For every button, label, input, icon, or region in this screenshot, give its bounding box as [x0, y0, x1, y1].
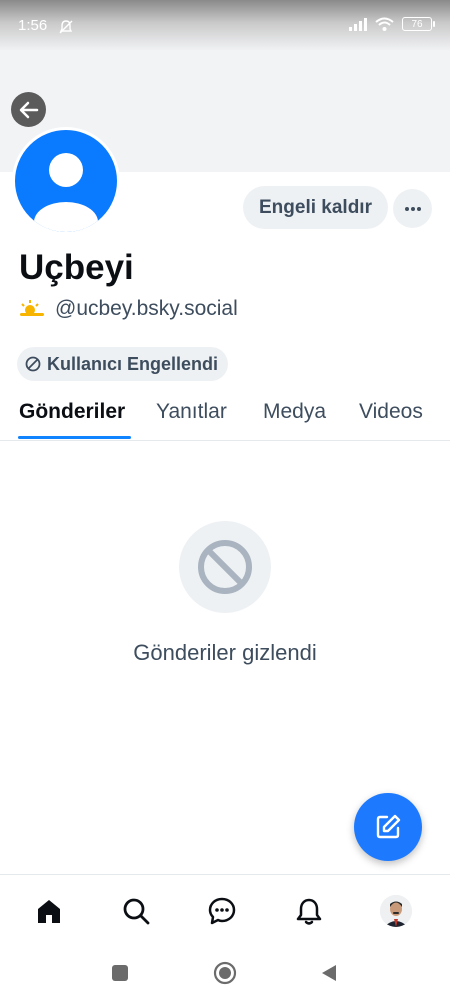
empty-state-message: Gönderiler gizlendi	[133, 640, 317, 665]
block-icon	[198, 540, 252, 594]
bottom-navigation	[0, 874, 450, 946]
display-name: Uçbeyi	[19, 248, 134, 287]
status-bar: 1:56 76	[0, 0, 450, 50]
bell-muted-icon	[59, 20, 73, 34]
unblock-button[interactable]: Engeli kaldır	[243, 186, 388, 229]
nav-profile[interactable]	[374, 889, 418, 933]
wifi-icon	[375, 17, 394, 31]
nav-home[interactable]	[27, 889, 71, 933]
empty-state-icon-wrap	[179, 521, 271, 613]
bell-icon	[296, 898, 322, 925]
nav-notifications[interactable]	[287, 889, 331, 933]
chat-icon	[208, 897, 236, 925]
status-time: 1:56	[18, 17, 48, 34]
sun-behind-cloud-icon	[20, 300, 44, 316]
profile-handle: @ucbey.bsky.social	[55, 297, 238, 320]
triangle-back-icon	[322, 965, 336, 981]
square-icon	[112, 965, 128, 981]
user-photo-icon	[380, 895, 412, 927]
tab-videos[interactable]: Videos	[359, 400, 423, 424]
more-options-button[interactable]	[393, 189, 432, 228]
system-navigation-bar	[0, 946, 450, 1000]
back-system-button[interactable]	[316, 960, 342, 986]
back-button[interactable]	[11, 92, 46, 127]
home-system-button[interactable]	[212, 960, 238, 986]
compose-button[interactable]	[354, 793, 422, 861]
compose-icon	[376, 814, 401, 839]
block-icon	[25, 356, 41, 372]
ellipsis-icon	[404, 206, 421, 211]
arrow-left-icon	[19, 101, 38, 118]
profile-tabs: Gönderiler Yanıtlar Medya Videos	[0, 392, 450, 441]
tab-media[interactable]: Medya	[263, 400, 326, 424]
nav-search[interactable]	[114, 889, 158, 933]
profile-avatar	[380, 895, 412, 927]
blocked-label: Kullanıcı Engellendi	[47, 353, 219, 374]
recent-apps-button[interactable]	[107, 960, 133, 986]
handle-row: @ucbey.bsky.social	[19, 297, 238, 321]
profile-avatar[interactable]	[12, 127, 120, 235]
signal-icon	[349, 17, 367, 31]
blocked-badge: Kullanıcı Engellendi	[17, 347, 229, 381]
circle-icon	[213, 961, 237, 985]
default-avatar-icon	[34, 153, 98, 232]
search-icon	[123, 898, 150, 925]
battery-icon: 76	[402, 17, 435, 31]
tab-posts[interactable]: Gönderiler	[19, 400, 125, 424]
status-indicators: 76	[349, 17, 435, 31]
active-tab-indicator	[18, 436, 131, 439]
home-icon	[38, 900, 60, 923]
battery-level: 76	[411, 18, 423, 30]
nav-chat[interactable]	[200, 889, 244, 933]
tab-replies[interactable]: Yanıtlar	[156, 400, 227, 424]
